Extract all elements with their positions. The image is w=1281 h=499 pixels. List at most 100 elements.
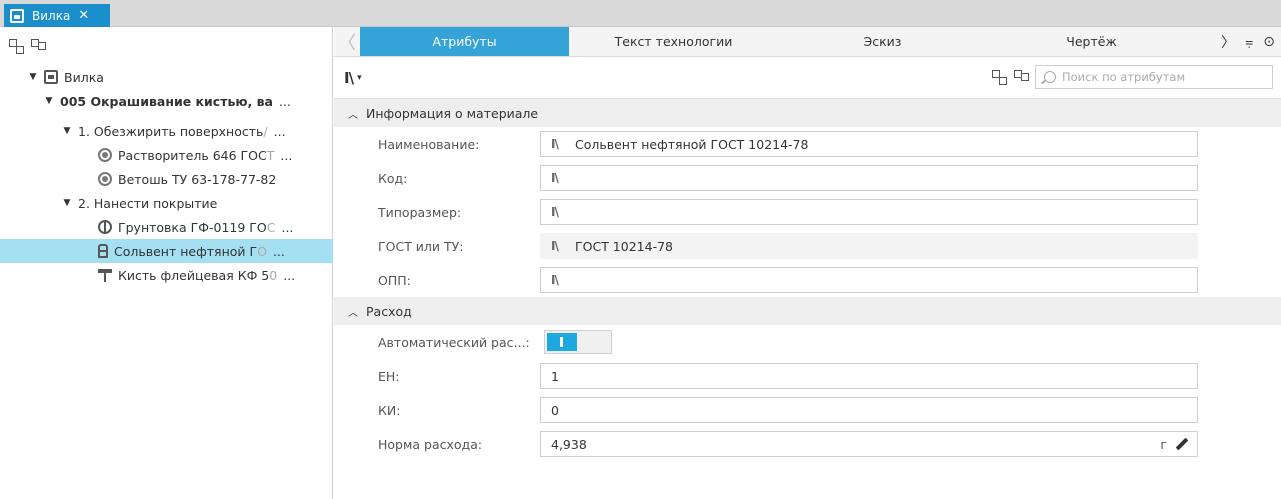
property-value: ГОСТ 10214-78	[575, 238, 673, 254]
library-icon[interactable]: I\	[344, 69, 354, 87]
tree-node[interactable]: Кисть флейцевая КФ 5 0...	[0, 263, 333, 287]
truncation-ellipsis: ...	[280, 147, 293, 163]
property-field[interactable]: 0	[540, 397, 1198, 423]
tree-node-label: 005 Окрашивание кистью, ва	[60, 93, 273, 109]
tree-node[interactable]: Растворитель 646 ГОС Т...	[0, 143, 333, 167]
chevron-down-icon[interactable]: ▾	[357, 73, 362, 83]
library-icon[interactable]: I\	[551, 239, 565, 253]
tab-menu-icon[interactable]: ⩦	[1245, 34, 1253, 50]
tab-sketch[interactable]: Эскиз	[778, 27, 987, 56]
truncation-ellipsis: ...	[278, 93, 291, 109]
structure-panel: ▼ Вилка ▼ 005 Окрашивание кистью, ва... ▼ 1. …	[0, 27, 333, 499]
truncation-ellipsis: ...	[272, 243, 285, 259]
property-value: 4,938	[551, 436, 587, 452]
chevron-up-icon: ︿	[348, 109, 358, 121]
truncation-ellipsis: ...	[273, 123, 286, 139]
property-label: ГОСТ или ТУ:	[378, 238, 464, 254]
property-row: ОПП: I\	[334, 263, 1281, 297]
brush-icon	[98, 268, 112, 282]
section-material-title: Информация о материале	[366, 105, 539, 121]
tree-node[interactable]: Грунтовка ГФ-0119 ГО С...	[0, 215, 333, 239]
unit-label: г	[1160, 436, 1167, 452]
tree-node[interactable]: ▼ 2. Нанести покрытие	[0, 191, 333, 215]
pencil-icon[interactable]	[1175, 437, 1189, 451]
primer-icon	[98, 220, 112, 234]
property-field[interactable]: I\	[540, 165, 1198, 191]
tree-expand-icon[interactable]	[8, 38, 24, 54]
tree-node-label-overflow: С	[266, 219, 276, 235]
property-row: Норма расхода: 4,938 г	[334, 427, 1281, 461]
document-tab-title: Вилка	[32, 8, 71, 23]
properties-panel: 〈 Атрибуты Текст технологии Эскиз Чертёж…	[334, 27, 1281, 499]
property-label: Норма расхода:	[378, 436, 483, 452]
property-label: Код:	[378, 170, 408, 186]
chevron-up-icon: ︿	[348, 307, 358, 319]
property-value: 0	[551, 402, 559, 418]
property-field[interactable]: I\	[540, 267, 1198, 293]
property-field[interactable]: I\	[540, 199, 1198, 225]
property-row: ГОСТ или ТУ: I\ ГОСТ 10214-78	[334, 229, 1281, 263]
tree-toolbar	[0, 27, 332, 65]
document-icon	[44, 70, 58, 84]
property-value: 1	[551, 368, 559, 384]
property-row: Наименование: I\ Сольвент нефтяной ГОСТ 10…	[334, 127, 1281, 161]
property-field[interactable]: 4,938 г	[540, 431, 1198, 457]
property-label: КИ:	[378, 402, 401, 418]
library-icon[interactable]: I\	[551, 205, 565, 219]
tree-node-label-overflow: Т	[266, 147, 275, 163]
property-label: Типоразмер:	[378, 204, 462, 220]
collapse-all-icon[interactable]	[1013, 69, 1029, 85]
tree-node[interactable]: ▼ 1. Обезжирить поверхность /...	[0, 119, 333, 143]
document-tab-bar: Вилка ✕	[0, 0, 1281, 27]
material-icon	[98, 172, 112, 186]
property-field[interactable]: 1	[540, 363, 1198, 389]
tab-attributes[interactable]: Атрибуты	[360, 27, 569, 56]
tab-scroll-right-icon[interactable]: 〉	[1221, 32, 1235, 52]
close-icon[interactable]: ✕	[78, 8, 89, 23]
tree-node-label-overflow: /	[263, 123, 268, 139]
material-icon	[98, 148, 112, 162]
tree-collapse-icon[interactable]	[30, 38, 46, 54]
property-value: Сольвент нефтяной ГОСТ 10214-78	[575, 136, 809, 152]
tree-node-label-overflow: О	[257, 243, 267, 259]
section-consumption-header[interactable]: ︿ Расход	[334, 297, 1281, 325]
section-consumption-title: Расход	[366, 303, 412, 319]
tree-node[interactable]: ▼ Вилка	[0, 65, 333, 89]
tree-node[interactable]: Сольвент нефтяной Г О...	[0, 239, 333, 263]
property-label: Автоматический рас...:	[378, 334, 530, 350]
tree-node[interactable]: ▼ 005 Окрашивание кистью, ва...	[0, 89, 333, 113]
library-icon[interactable]: I\	[551, 273, 565, 287]
library-icon[interactable]: I\	[551, 137, 565, 151]
tab-technology-text[interactable]: Текст технологии	[569, 27, 778, 56]
document-icon	[10, 8, 24, 23]
property-row: Типоразмер: I\	[334, 195, 1281, 229]
tree-node-label: Вилка	[64, 69, 104, 85]
property-row: КИ: 0	[334, 393, 1281, 427]
expand-caret-icon[interactable]: ▼	[28, 72, 38, 82]
document-tab[interactable]: Вилка ✕	[4, 4, 110, 27]
tree-node[interactable]: Ветошь ТУ 63-178-77-82	[0, 167, 333, 191]
truncation-ellipsis: ...	[283, 267, 296, 283]
auto-consumption-toggle[interactable]	[544, 330, 612, 354]
expand-caret-icon[interactable]: ▼	[62, 198, 72, 208]
view-tabstrip: 〈 Атрибуты Текст технологии Эскиз Чертёж…	[334, 27, 1281, 57]
eye-icon[interactable]: ⊙	[1263, 34, 1275, 50]
property-row: Код: I\	[334, 161, 1281, 195]
tree-node-label: Ветошь ТУ 63-178-77-82	[118, 171, 277, 187]
expand-all-icon[interactable]	[991, 69, 1007, 85]
tab-scroll-left-icon[interactable]: 〈	[334, 27, 360, 56]
tree-node-label-overflow: 0	[269, 267, 278, 283]
expand-caret-icon[interactable]: ▼	[62, 126, 72, 136]
property-field: I\ ГОСТ 10214-78	[540, 233, 1198, 259]
tree-node-label: Грунтовка ГФ-0119 ГО	[118, 219, 267, 235]
property-field[interactable]: I\ Сольвент нефтяной ГОСТ 10214-78	[540, 131, 1198, 157]
expand-caret-icon[interactable]: ▼	[44, 96, 54, 106]
property-row: ЕН: 1	[334, 359, 1281, 393]
tab-drawing[interactable]: Чертёж	[987, 27, 1196, 56]
search-input[interactable]	[1062, 70, 1262, 84]
section-material-header[interactable]: ︿ Информация о материале	[334, 99, 1281, 127]
library-icon[interactable]: I\	[551, 171, 565, 185]
truncation-ellipsis: ...	[281, 219, 294, 235]
tree-node-label: 1. Обезжирить поверхность	[78, 123, 264, 139]
solvent-icon	[98, 244, 108, 258]
